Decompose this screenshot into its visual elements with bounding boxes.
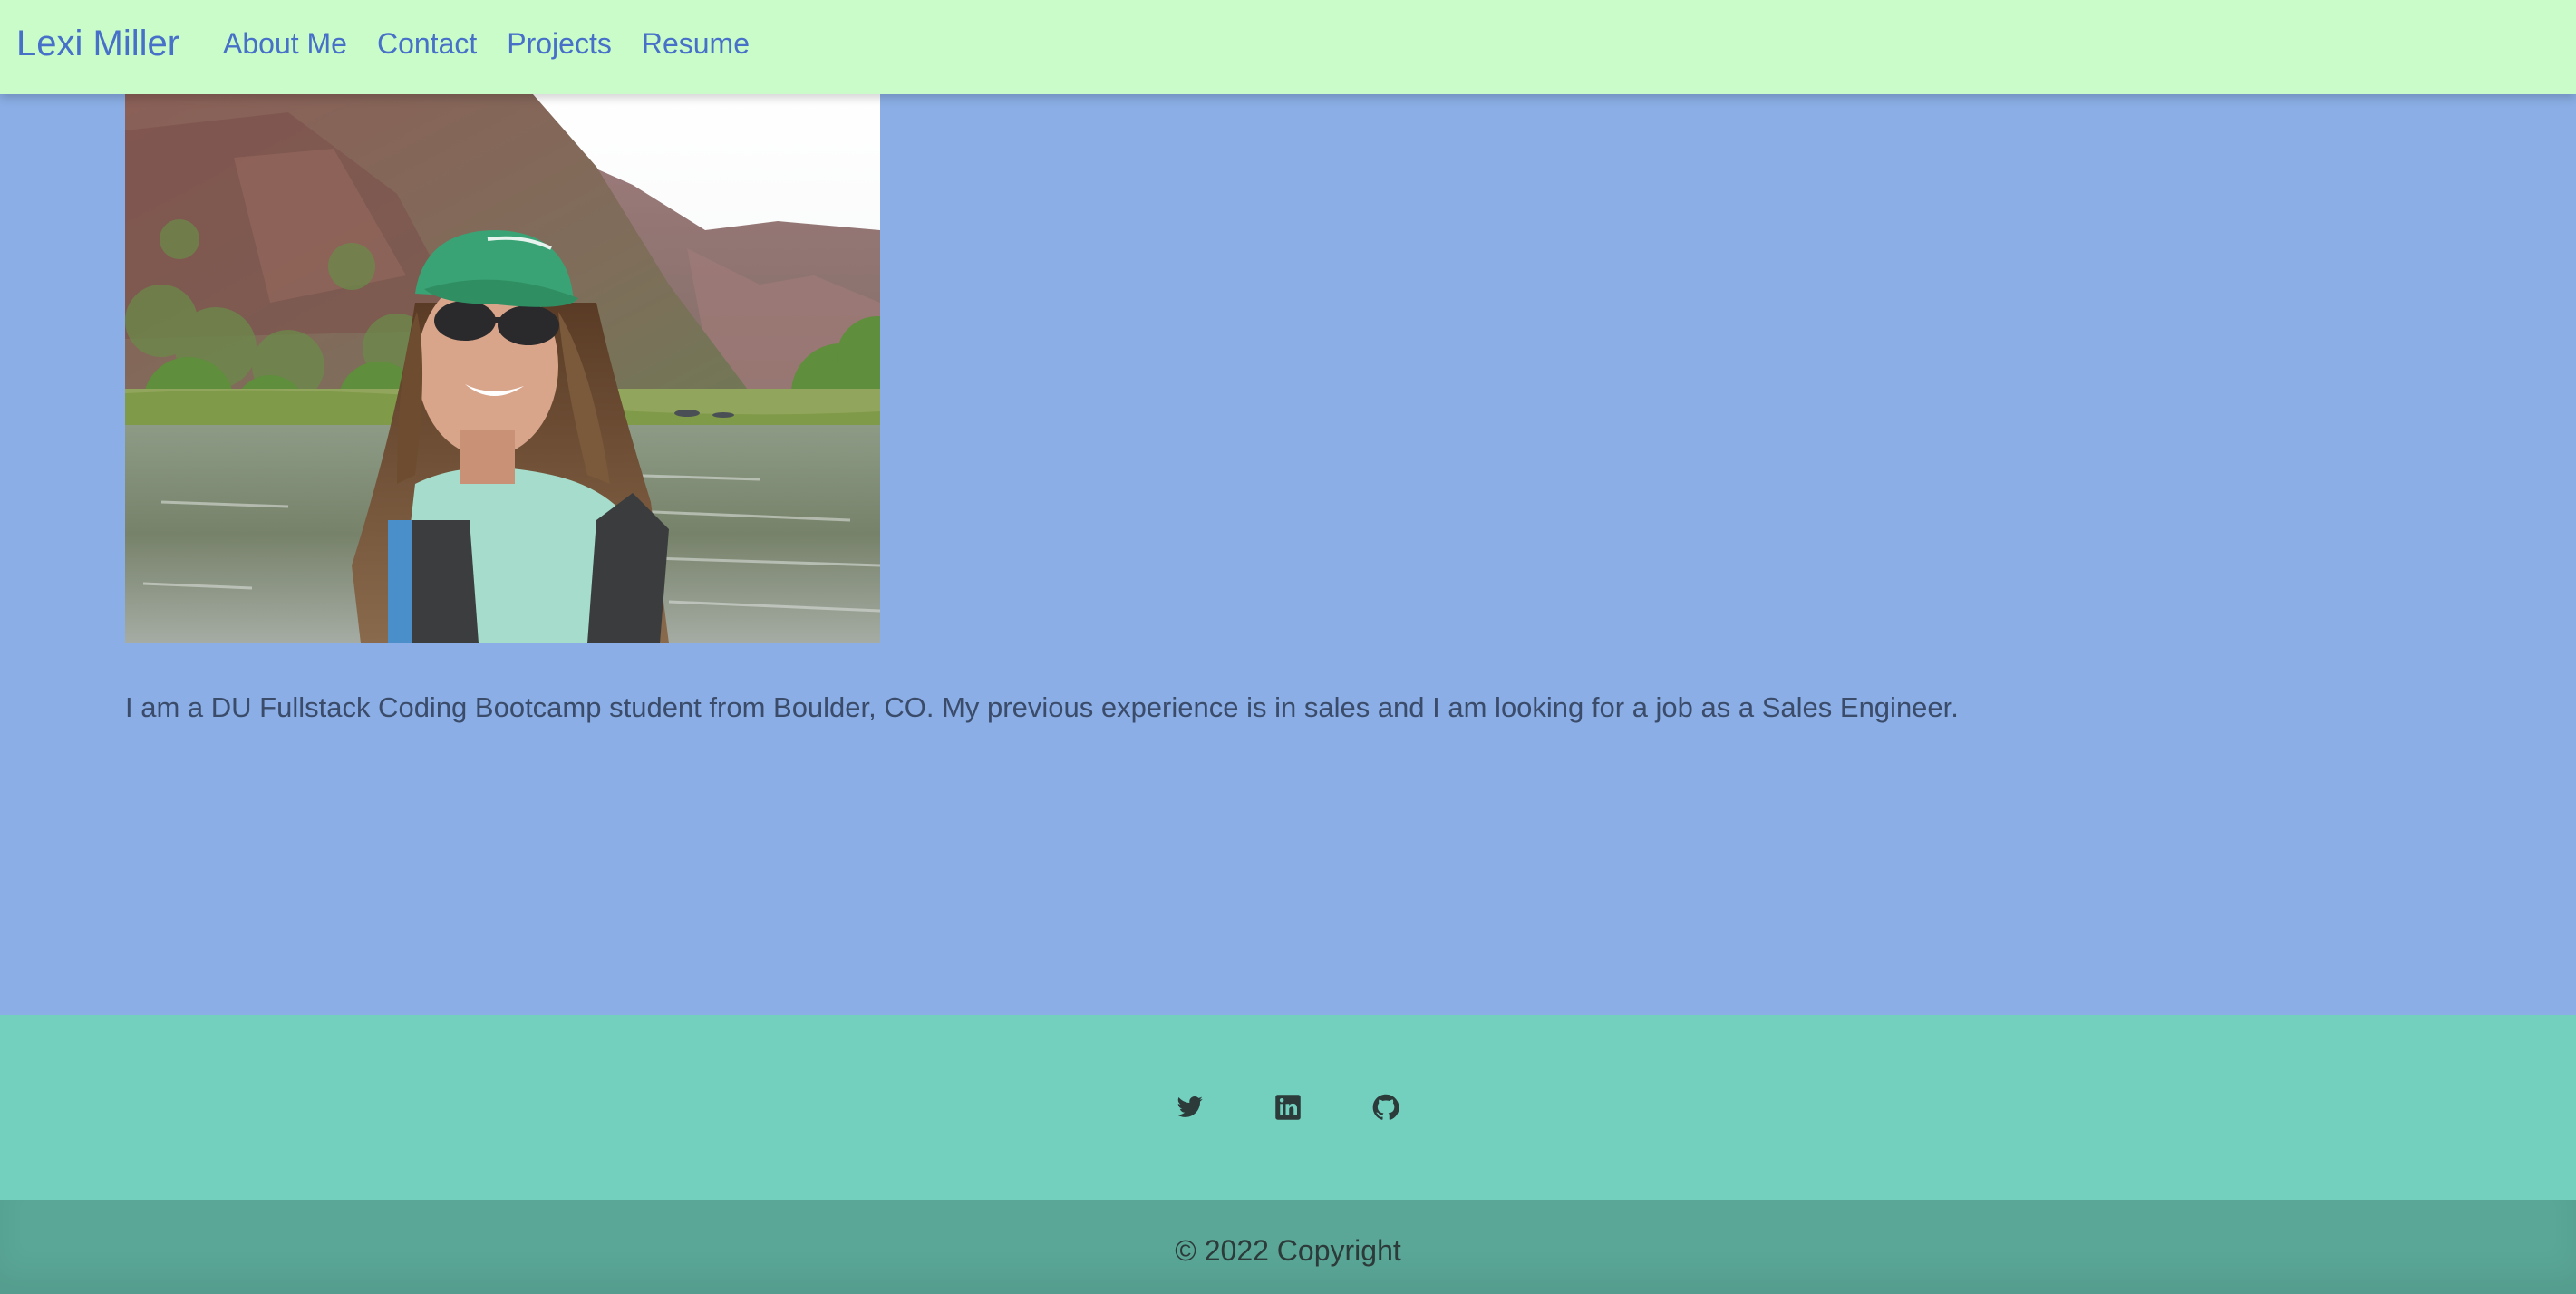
linkedin-icon[interactable] bbox=[1274, 1094, 1302, 1121]
bio-text: I am a DU Fullstack Coding Bootcamp stud… bbox=[125, 691, 1959, 723]
nav-resume[interactable]: Resume bbox=[642, 27, 750, 61]
nav-about-me[interactable]: About Me bbox=[223, 27, 347, 61]
nav-projects[interactable]: Projects bbox=[507, 27, 612, 61]
twitter-icon[interactable] bbox=[1177, 1094, 1204, 1121]
copyright-text: © 2022 Copyright bbox=[1175, 1234, 1401, 1267]
copyright-bar: © 2022 Copyright bbox=[0, 1200, 2576, 1294]
profile-photo bbox=[125, 94, 880, 643]
github-icon[interactable] bbox=[1372, 1094, 1399, 1121]
social-icons bbox=[0, 1015, 2576, 1200]
nav-links: About Me Contact Projects Resume bbox=[223, 0, 750, 87]
nav-contact[interactable]: Contact bbox=[377, 27, 477, 61]
social-footer bbox=[0, 1015, 2576, 1200]
brand-link[interactable]: Lexi Miller bbox=[16, 0, 179, 87]
navbar: Lexi Miller About Me Contact Projects Re… bbox=[0, 0, 2576, 94]
